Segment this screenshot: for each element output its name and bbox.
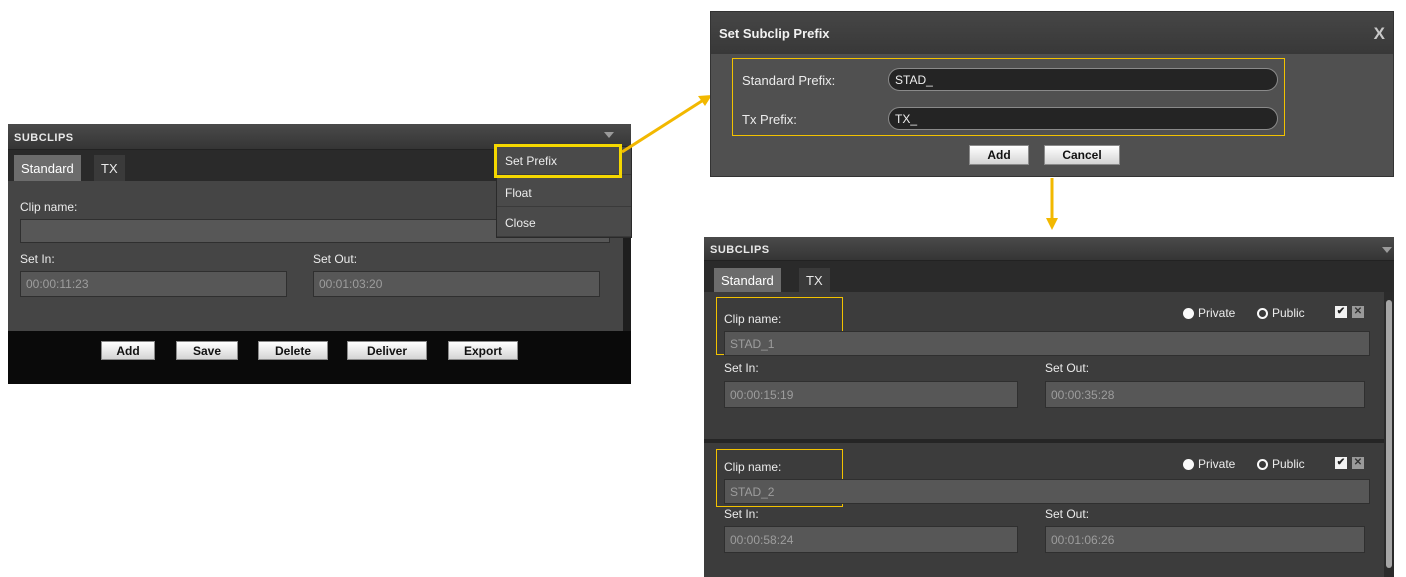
tx-prefix-label: Tx Prefix: [742,112,797,127]
dialog-title: Set Subclip Prefix [719,26,830,41]
clip-name-label: Clip name: [724,312,782,326]
subclips-panel-right: SUBCLIPS Standard TX Clip name: Private … [704,237,1394,577]
set-prefix-dialog: Set Subclip Prefix X Standard Prefix: ST… [710,11,1394,177]
close-icon[interactable]: X [1374,24,1385,44]
tab-bar: Standard TX [704,261,1394,292]
export-button[interactable]: Export [448,341,518,360]
private-label: Private [1198,457,1236,471]
menu-item-set-prefix[interactable]: Set Prefix [497,147,631,175]
tab-label: Standard [721,272,774,288]
add-button[interactable]: Add [101,341,155,360]
tab-standard[interactable]: Standard [14,155,81,181]
menu-item-close[interactable]: Close [497,209,631,237]
checkmark-icon[interactable]: ✔ [1335,457,1347,469]
arrow-to-dialog [621,97,706,154]
tab-tx[interactable]: TX [799,268,830,292]
tab-label: TX [806,272,823,288]
clip-name-input[interactable]: STAD_1 [724,331,1370,356]
tab-standard[interactable]: Standard [714,268,781,292]
public-label: Public [1272,306,1305,320]
chevron-down-icon[interactable] [604,132,614,138]
deliver-button[interactable]: Deliver [347,341,427,360]
private-radio[interactable] [1183,308,1194,319]
scrollbar[interactable] [1384,292,1394,577]
tab-label: TX [101,160,118,176]
private-radio[interactable] [1183,459,1194,470]
public-radio[interactable] [1257,308,1268,319]
delete-button[interactable]: Delete [258,341,328,360]
set-in-input[interactable]: 00:00:11:23 [20,271,287,297]
set-out-label: Set Out: [1045,361,1090,375]
dialog-header: Set Subclip Prefix X [711,12,1393,54]
cancel-button[interactable]: Cancel [1044,145,1120,165]
tab-label: Standard [21,160,74,176]
checkmark-icon[interactable]: ✔ [1335,306,1347,318]
set-in-label: Set In: [724,361,759,375]
menu-item-label: Close [505,215,536,230]
panel-title: SUBCLIPS [710,244,770,256]
set-out-input[interactable]: 00:00:35:28 [1045,381,1365,408]
set-in-input[interactable]: 00:00:15:19 [724,381,1018,408]
set-out-label: Set Out: [1045,507,1090,521]
save-button[interactable]: Save [176,341,238,360]
subclip-item: Clip name: Private Public ✔ ✕ STAD_1 Set… [704,292,1394,439]
set-out-input[interactable]: 00:01:03:20 [313,271,600,297]
set-out-label: Set Out: [313,252,358,266]
private-label: Private [1198,306,1236,320]
chevron-down-icon[interactable] [1382,247,1392,253]
tx-prefix-input[interactable]: TX_ [888,107,1278,130]
subclip-item: Clip name: Private Public ✔ ✕ STAD_2 Set… [704,443,1394,577]
public-radio[interactable] [1257,459,1268,470]
button-bar: Add Save Delete Deliver Export [8,331,631,384]
standard-prefix-input[interactable]: STAD_ [888,68,1278,91]
panel-title: SUBCLIPS [14,132,74,144]
arrowhead-icon [1046,218,1058,230]
set-in-label: Set In: [724,507,759,521]
context-menu: Set Prefix Float Close [496,146,632,238]
clip-name-input[interactable]: STAD_2 [724,479,1370,504]
set-in-label: Set In: [20,252,55,266]
menu-item-label: Set Prefix [505,153,558,168]
tab-tx[interactable]: TX [94,155,125,181]
scrollbar-thumb[interactable] [1386,300,1392,568]
set-in-input[interactable]: 00:00:58:24 [724,526,1018,553]
clip-name-label: Clip name: [20,200,78,214]
close-icon[interactable]: ✕ [1352,457,1364,469]
standard-prefix-label: Standard Prefix: [742,73,836,88]
menu-item-label: Float [505,185,532,200]
public-label: Public [1272,457,1305,471]
menu-item-float[interactable]: Float [497,179,631,207]
set-out-input[interactable]: 00:01:06:26 [1045,526,1365,553]
panel-header: SUBCLIPS [704,237,1394,261]
clip-name-label: Clip name: [724,460,782,474]
add-button[interactable]: Add [969,145,1029,165]
close-icon[interactable]: ✕ [1352,306,1364,318]
